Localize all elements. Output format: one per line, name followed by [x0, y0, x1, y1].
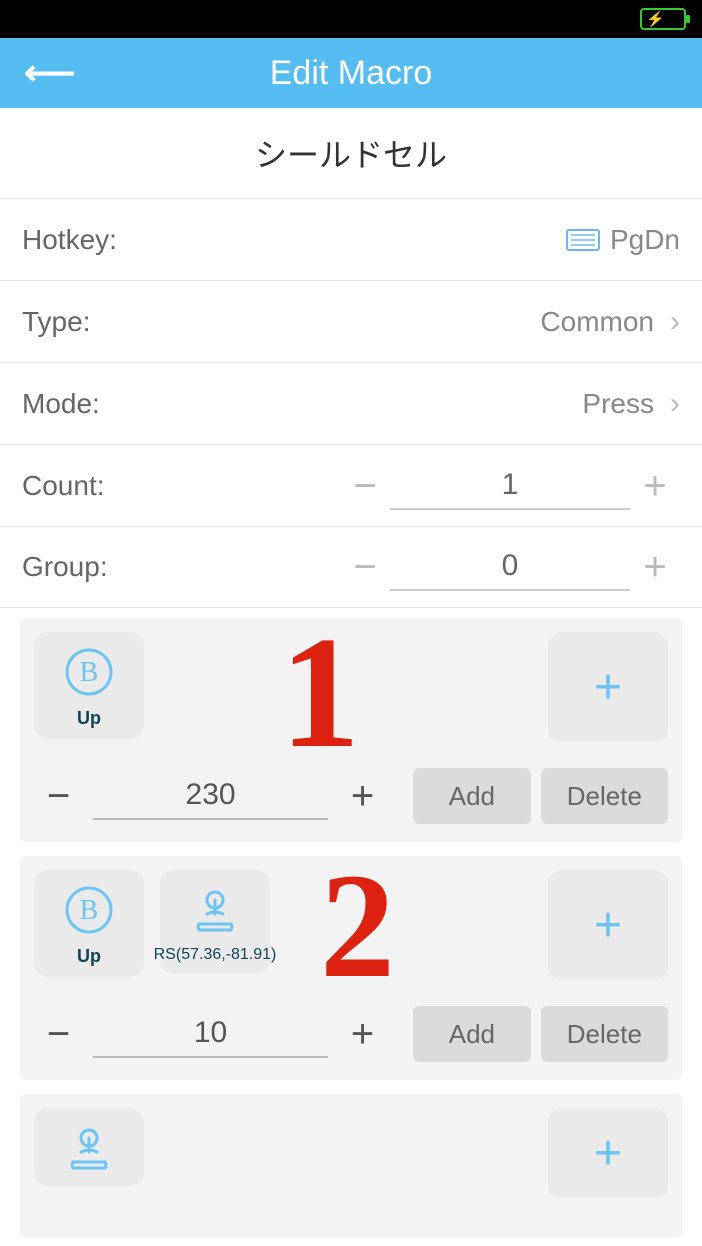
action-joystick[interactable]: RS(57.36,-81.91): [160, 870, 270, 974]
group-increment[interactable]: +: [630, 547, 680, 587]
action-b-button[interactable]: B Up: [34, 870, 144, 977]
joystick-icon: [187, 882, 243, 938]
row-mode[interactable]: Mode: Press ›: [0, 362, 702, 444]
add-action-button[interactable]: +: [548, 870, 668, 980]
action-label: Up: [77, 708, 101, 729]
action-label: RS(57.36,-81.91): [154, 946, 277, 964]
chevron-right-icon: ›: [670, 387, 680, 421]
delay-value[interactable]: 10: [93, 1010, 328, 1058]
page-title: Edit Macro: [0, 54, 702, 93]
delete-step-button[interactable]: Delete: [541, 768, 668, 824]
type-value: Common: [540, 306, 654, 338]
steps-list: B Up + − 230 + Add Delete 1 B Up: [0, 618, 702, 1238]
step-card: B Up RS(57.36,-81.91) + − 10 + Add Delet…: [20, 856, 682, 1080]
row-hotkey[interactable]: Hotkey: PgDn: [0, 198, 702, 280]
plus-icon: +: [594, 898, 622, 953]
action-label: Up: [77, 946, 101, 967]
delay-decrement[interactable]: −: [34, 1014, 83, 1054]
add-action-button[interactable]: +: [548, 1108, 668, 1198]
step-card: B Up + − 230 + Add Delete 1: [20, 618, 682, 842]
plus-icon: +: [594, 1126, 622, 1181]
mode-value: Press: [582, 388, 654, 420]
count-label: Count:: [22, 470, 105, 502]
chevron-right-icon: ›: [670, 305, 680, 339]
group-decrement[interactable]: −: [340, 547, 390, 587]
hotkey-label: Hotkey:: [22, 224, 117, 256]
add-action-button[interactable]: +: [548, 632, 668, 742]
add-step-button[interactable]: Add: [413, 768, 531, 824]
plus-icon: +: [594, 660, 622, 715]
delay-increment[interactable]: +: [338, 776, 387, 816]
keyboard-icon: [566, 229, 600, 251]
count-decrement[interactable]: −: [340, 466, 390, 506]
title-bar: ⟵ Edit Macro: [0, 38, 702, 108]
action-b-button[interactable]: B Up: [34, 632, 144, 739]
macro-name[interactable]: シールドセル: [0, 108, 702, 198]
b-button-icon: B: [61, 644, 117, 700]
delay-increment[interactable]: +: [338, 1014, 387, 1054]
action-joystick[interactable]: [34, 1108, 144, 1186]
delay-value[interactable]: 230: [93, 772, 328, 820]
delete-step-button[interactable]: Delete: [541, 1006, 668, 1062]
add-step-button[interactable]: Add: [413, 1006, 531, 1062]
b-button-icon: B: [61, 882, 117, 938]
row-count: Count: − 1 +: [0, 444, 702, 526]
mode-label: Mode:: [22, 388, 100, 420]
battery-charging-icon: ⚡: [640, 8, 686, 30]
joystick-icon: [61, 1120, 117, 1176]
count-increment[interactable]: +: [630, 466, 680, 506]
svg-text:B: B: [80, 657, 99, 688]
row-type[interactable]: Type: Common ›: [0, 280, 702, 362]
hotkey-value: PgDn: [610, 224, 680, 256]
row-group: Group: − 0 +: [0, 526, 702, 608]
back-button[interactable]: ⟵: [24, 52, 72, 94]
delay-decrement[interactable]: −: [34, 776, 83, 816]
step-card: +: [20, 1094, 682, 1238]
type-label: Type:: [22, 306, 90, 338]
group-label: Group:: [22, 551, 108, 583]
count-value[interactable]: 1: [390, 462, 630, 510]
group-value[interactable]: 0: [390, 543, 630, 591]
svg-text:B: B: [80, 895, 99, 926]
status-bar: ⚡: [0, 0, 702, 38]
